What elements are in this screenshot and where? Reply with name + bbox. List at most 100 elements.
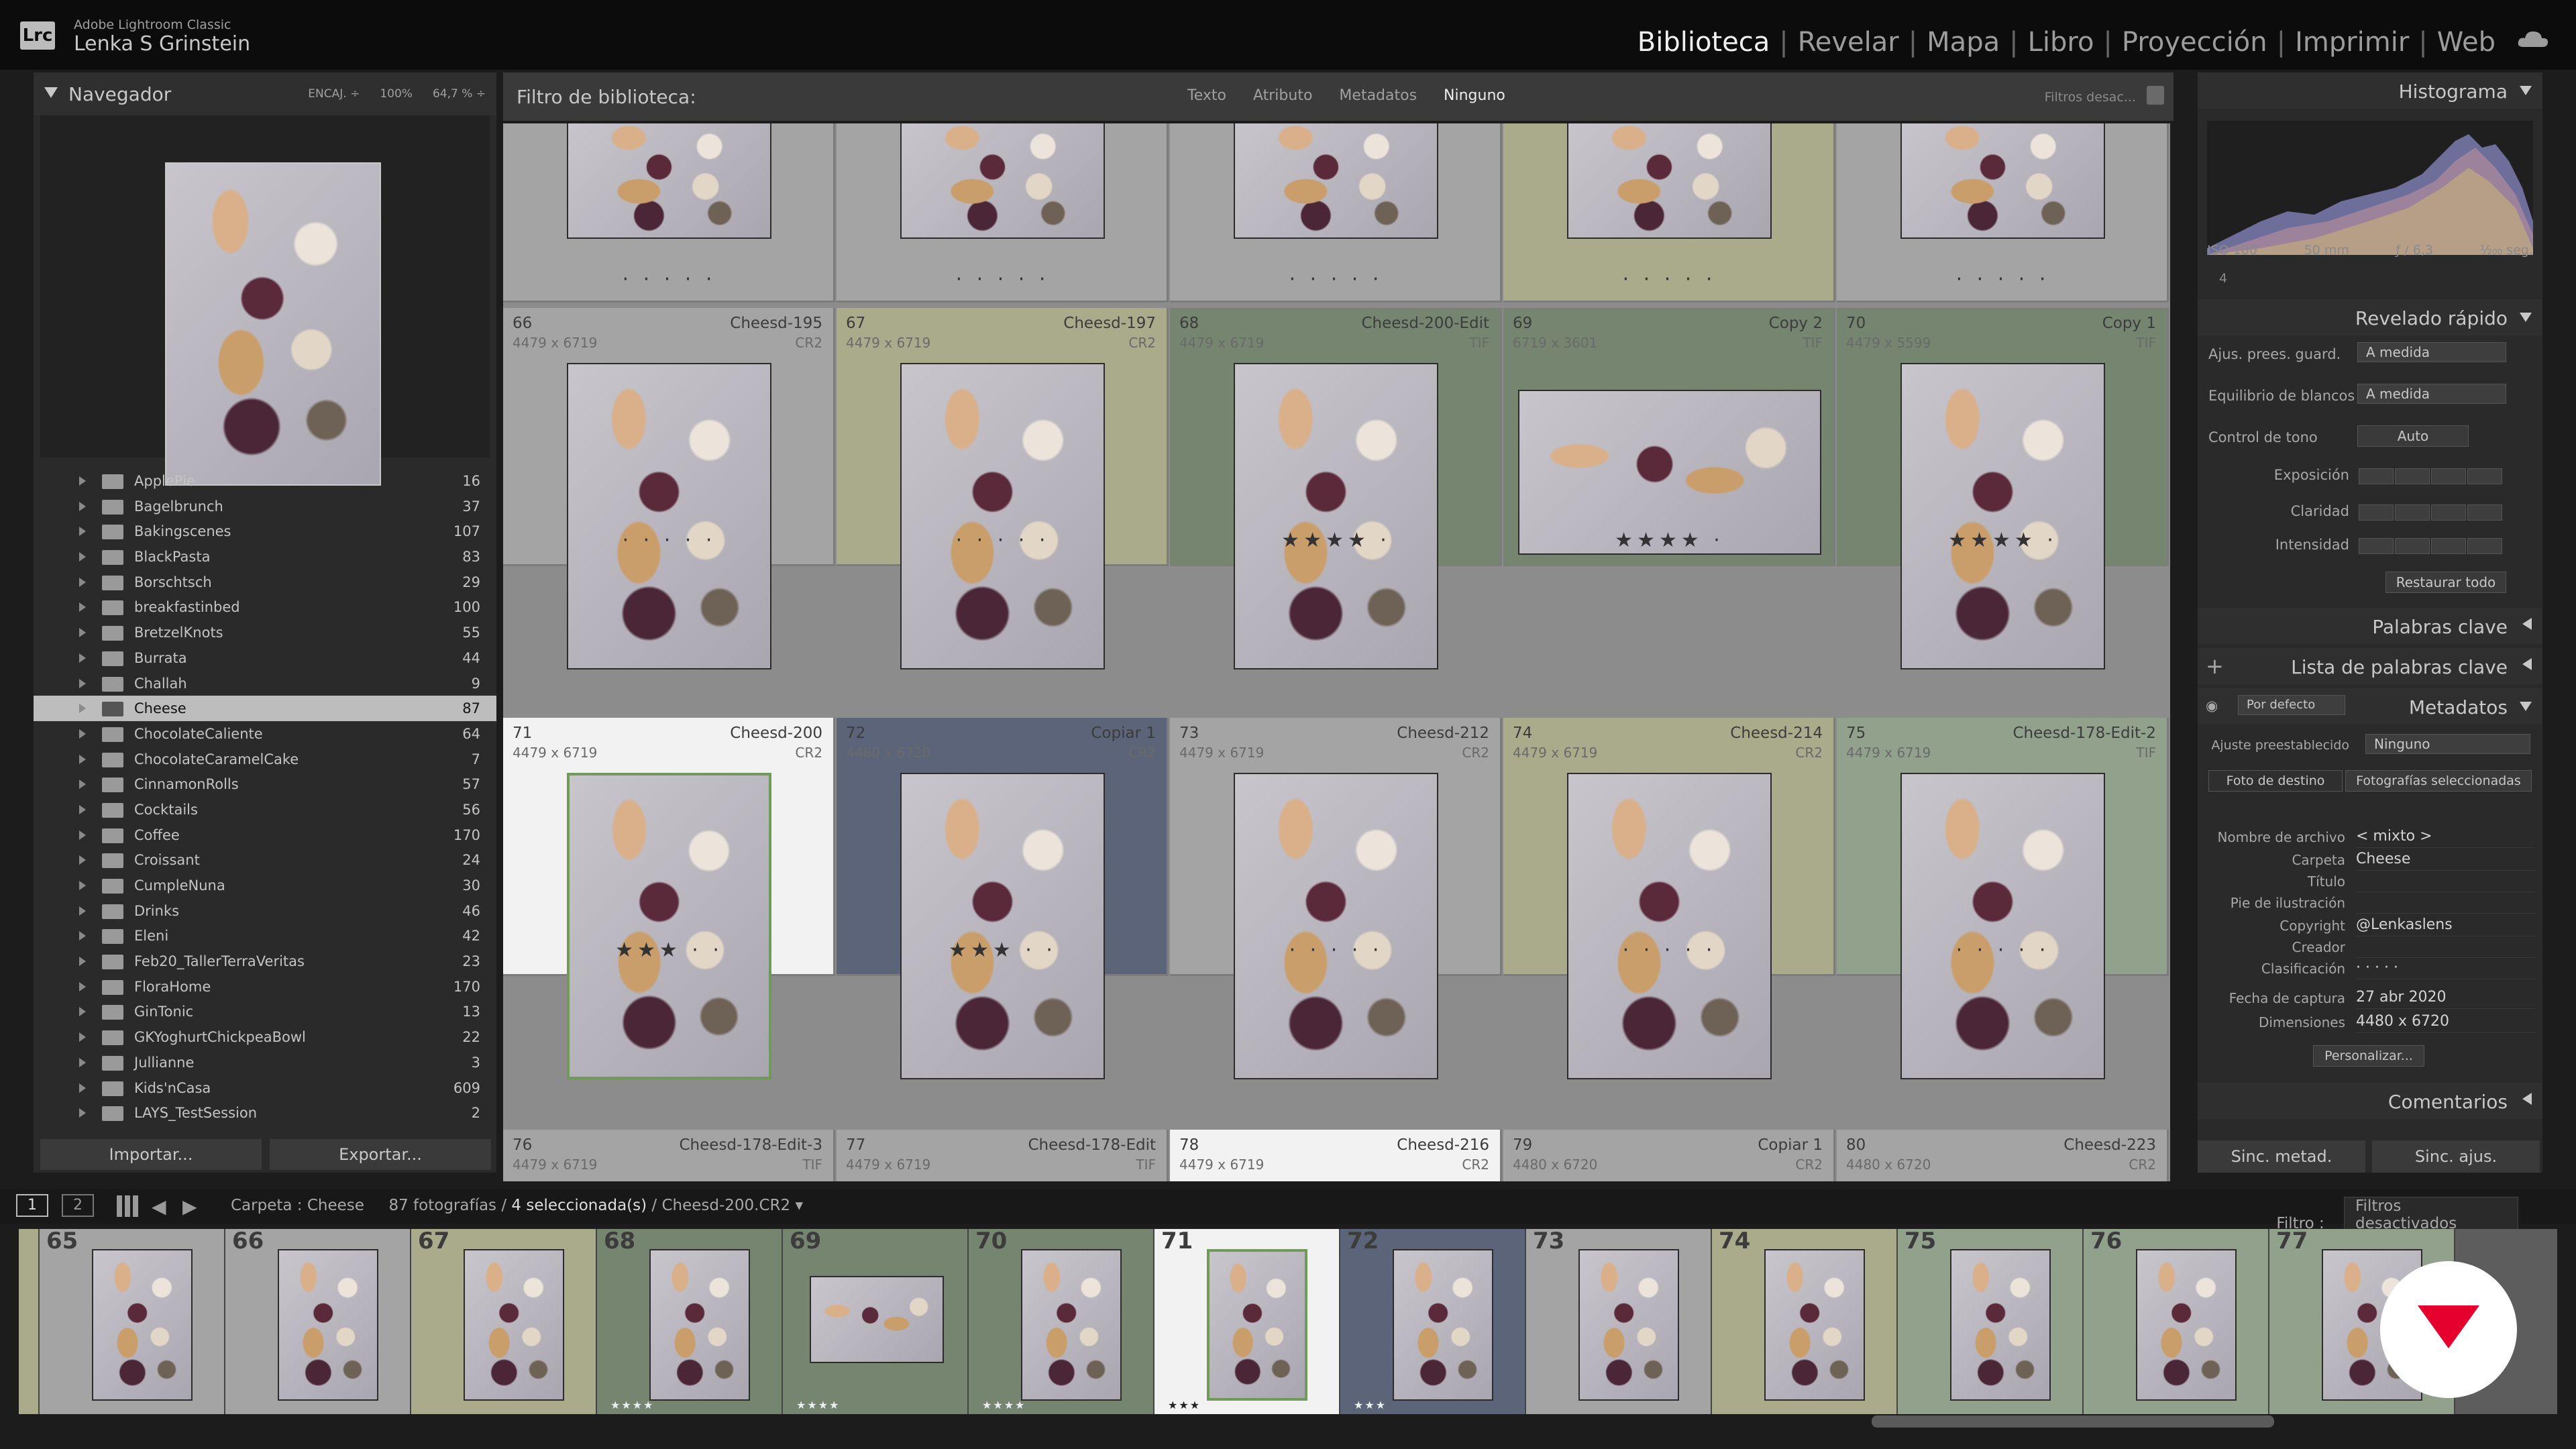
filmstrip-cell[interactable]: 67: [411, 1229, 597, 1414]
reset-all-button[interactable]: Restaurar todo: [2385, 572, 2506, 593]
expand-triangle-icon[interactable]: [79, 704, 86, 714]
expand-triangle-icon[interactable]: [79, 501, 86, 511]
vibrance-stepper[interactable]: [2359, 538, 2502, 554]
metadata-field-value[interactable]: 27 abr 2020: [2356, 989, 2534, 1009]
folder-item[interactable]: Eleni 42: [34, 923, 496, 949]
module-mapa[interactable]: Mapa: [1927, 27, 2000, 58]
star-rating[interactable]: ★★★ · ·: [503, 938, 835, 962]
quick-develop-header[interactable]: Revelado rápido: [2198, 299, 2542, 335]
filmstrip-thumbnail[interactable]: [92, 1249, 193, 1401]
folder-item[interactable]: Coffee 170: [34, 822, 496, 848]
filter-tab-metadata[interactable]: Metadatos: [1339, 87, 1417, 104]
expand-triangle-icon[interactable]: [79, 678, 86, 688]
grid-cell[interactable]: · · · · ·: [837, 123, 1169, 303]
module-revelar[interactable]: Revelar: [1798, 27, 1899, 58]
filmstrip-cell[interactable]: 69 ★★★★: [783, 1229, 969, 1414]
filmstrip-cell[interactable]: 71 ★★★: [1155, 1229, 1340, 1414]
metadata-field-value[interactable]: 4480 x 6720: [2356, 1013, 2534, 1033]
grid-cell[interactable]: 67 Cheesd-197 4479 x 6719 CR2 · · · · ·: [837, 308, 1169, 669]
grid-cell[interactable]: 80 Cheesd-223 4480 x 6720 CR2: [1837, 1130, 2169, 1181]
filmstrip-cell[interactable]: 74: [1712, 1229, 1898, 1414]
filmstrip-cell[interactable]: 68 ★★★★: [597, 1229, 783, 1414]
module-imprimir[interactable]: Imprimir: [2295, 27, 2409, 58]
folder-item[interactable]: Cheese 87: [34, 696, 496, 721]
folder-item[interactable]: Challah 9: [34, 671, 496, 696]
filmstrip-cell[interactable]: 65: [40, 1229, 225, 1414]
filmstrip-cell[interactable]: 70 ★★★★: [969, 1229, 1155, 1414]
customize-button[interactable]: Personalizar...: [2313, 1045, 2424, 1067]
filmstrip-cell[interactable]: 76: [2084, 1229, 2269, 1414]
grid-cell[interactable]: 73 Cheesd-212 4479 x 6719 CR2 · · · · ·: [1170, 718, 1502, 1079]
expand-triangle-icon[interactable]: [79, 1057, 86, 1067]
filmstrip-filter-dropdown[interactable]: Filtros desactivados: [2344, 1197, 2518, 1233]
star-rating[interactable]: · · · · ·: [1837, 268, 2169, 291]
expand-triangle-icon[interactable]: [79, 476, 86, 486]
folder-item[interactable]: GKYoghurtChickpeaBowl 22: [34, 1024, 496, 1050]
star-rating[interactable]: · · · · ·: [837, 529, 1169, 552]
collapse-triangle-icon[interactable]: [44, 87, 58, 98]
selected-photos-tab[interactable]: Fotografías seleccionadas: [2345, 770, 2532, 792]
filmstrip-thumbnail[interactable]: [2136, 1249, 2237, 1401]
metadata-field-value[interactable]: @Lenkaslens: [2356, 916, 2534, 936]
folder-item[interactable]: Jullianne 3: [34, 1050, 496, 1075]
star-rating[interactable]: · · · · ·: [1503, 938, 1835, 962]
metadata-mode-dropdown[interactable]: Por defecto: [2238, 695, 2345, 715]
collapse-triangle-icon[interactable]: [2520, 313, 2532, 322]
navigator-photo[interactable]: [165, 162, 381, 486]
expand-triangle-icon[interactable]: [79, 754, 86, 764]
grid-cell[interactable]: · · · · ·: [1503, 123, 1835, 303]
exposure-stepper[interactable]: [2359, 468, 2502, 484]
expand-triangle-icon[interactable]: [79, 830, 86, 840]
filmstrip-thumbnail[interactable]: [1393, 1249, 1493, 1401]
grid-cell[interactable]: 70 Copy 1 4479 x 5599 TIF ★★★★ ·: [1837, 308, 2169, 669]
filter-tab-attribute[interactable]: Atributo: [1253, 87, 1312, 104]
module-libro[interactable]: Libro: [2028, 27, 2094, 58]
filmstrip-thumbnail[interactable]: [278, 1249, 378, 1401]
add-keyword-icon[interactable]: +: [2206, 653, 2224, 679]
eye-icon[interactable]: ◉: [2206, 698, 2218, 714]
navigator-preview[interactable]: [40, 115, 490, 486]
filmstrip-thumbnail[interactable]: [1764, 1249, 1865, 1401]
filmstrip-source[interactable]: Carpeta : Cheese: [231, 1197, 364, 1214]
expand-triangle-icon[interactable]: [79, 957, 86, 967]
lock-icon[interactable]: [2147, 86, 2164, 105]
expand-triangle-icon[interactable]: [79, 1083, 86, 1093]
expand-triangle-icon[interactable]: [79, 1108, 86, 1118]
grid-cell[interactable]: 78 Cheesd-216 4479 x 6719 CR2: [1170, 1130, 1502, 1181]
star-rating[interactable]: ★★★ · ·: [837, 938, 1169, 962]
folder-item[interactable]: Bakingscenes 107: [34, 519, 496, 544]
grid-cell[interactable]: 76 Cheesd-178-Edit-3 4479 x 6719 TIF: [503, 1130, 835, 1181]
star-rating[interactable]: ★★★★ ·: [1837, 529, 2169, 552]
expand-triangle-icon[interactable]: [79, 577, 86, 587]
photo-thumbnail[interactable]: [567, 773, 771, 1079]
folder-item[interactable]: ChocolateCaramelCake 7: [34, 747, 496, 772]
folder-item[interactable]: Borschtsch 29: [34, 570, 496, 595]
filmstrip-thumbnail[interactable]: [1578, 1249, 1679, 1401]
folder-item[interactable]: ApplePie 16: [34, 468, 496, 494]
photo-thumbnail[interactable]: [1234, 123, 1438, 239]
clarity-stepper[interactable]: [2359, 504, 2502, 521]
filmstrip-thumbnail[interactable]: [649, 1249, 750, 1401]
expand-triangle-icon[interactable]: [79, 931, 86, 941]
forward-arrow-icon[interactable]: ▶: [182, 1195, 197, 1218]
photo-thumbnail[interactable]: [1900, 123, 2105, 239]
auto-tone-button[interactable]: Auto: [2357, 425, 2469, 447]
folder-item[interactable]: FloraHome 170: [34, 974, 496, 1000]
star-rating[interactable]: ★★★★ ·: [1503, 529, 1835, 552]
cloud-icon[interactable]: [2517, 30, 2549, 48]
star-rating[interactable]: ★★★★ ·: [1170, 529, 1502, 552]
metadata-field-value[interactable]: Cheese: [2356, 851, 2534, 871]
grid-cell[interactable]: 77 Cheesd-178-Edit 4479 x 6719 TIF: [837, 1130, 1169, 1181]
grid-cell[interactable]: 72 Copiar 1 4480 x 6720 CR2 ★★★ · ·: [837, 718, 1169, 1079]
filmstrip-cell[interactable]: 75: [1898, 1229, 2084, 1414]
grid-cell[interactable]: 68 Cheesd-200-Edit 4479 x 6719 TIF ★★★★ ·: [1170, 308, 1502, 669]
grid-cell[interactable]: 79 Copiar 1 4480 x 6720 CR2: [1503, 1130, 1835, 1181]
filter-tab-none[interactable]: Ninguno: [1444, 87, 1505, 104]
star-rating[interactable]: · · · · ·: [1170, 268, 1502, 291]
star-rating[interactable]: · · · · ·: [1170, 938, 1502, 962]
grid-cell[interactable]: 66 Cheesd-195 4479 x 6719 CR2 · · · · ·: [503, 308, 835, 669]
filmstrip-thumbnail[interactable]: [1207, 1249, 1307, 1401]
expand-triangle-icon[interactable]: [79, 653, 86, 663]
grid-cell[interactable]: 71 Cheesd-200 4479 x 6719 CR2 ★★★ · ·: [503, 718, 835, 1079]
filmstrip-cell[interactable]: 73: [1526, 1229, 1712, 1414]
